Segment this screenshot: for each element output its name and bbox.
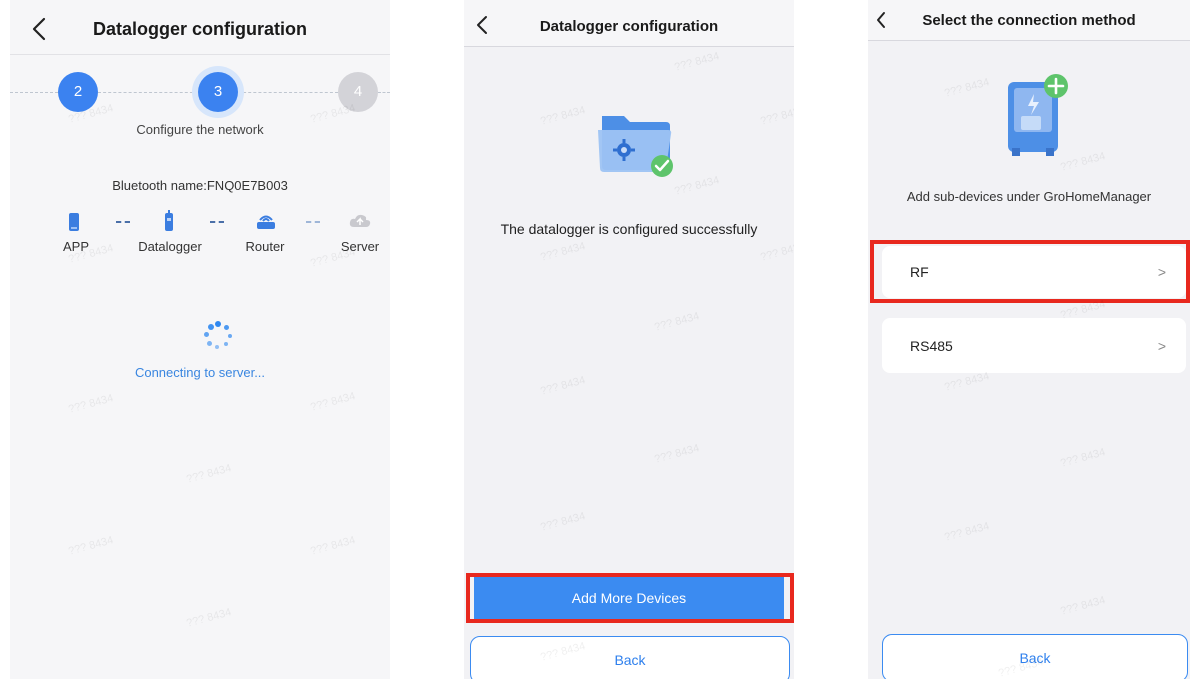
- add-sub-device-icon: [1008, 74, 1068, 156]
- sub-device-subtitle: Add sub-devices under GroHomeManager: [906, 189, 1152, 204]
- highlight-box: [870, 240, 1190, 303]
- page-title: Datalogger configuration: [92, 19, 307, 39]
- step-connector: [10, 92, 58, 93]
- watermark: ??? 8434: [673, 174, 721, 198]
- step-caption: Configure the network: [136, 122, 264, 137]
- datalogger-icon: [165, 210, 173, 231]
- cloud-server-icon: [349, 214, 371, 227]
- device-label-router: Router: [245, 239, 285, 254]
- watermark: ??? 8434: [185, 606, 233, 630]
- watermark: ??? 8434: [653, 310, 701, 334]
- watermark: ??? 8434: [185, 462, 233, 486]
- watermark: ??? 8434: [309, 246, 357, 270]
- step-connector: [238, 92, 338, 93]
- connection-dash: [306, 221, 320, 223]
- connection-dash: [210, 221, 224, 223]
- chevron-right-icon: >: [1157, 337, 1166, 354]
- watermark: ??? 8434: [943, 76, 991, 100]
- router-icon: [257, 215, 275, 229]
- page-title: Datalogger configuration: [539, 18, 719, 35]
- watermark: ??? 8434: [309, 390, 357, 414]
- back-button-bottom[interactable]: Back: [882, 634, 1188, 679]
- watermark: ??? 8434: [539, 374, 587, 398]
- device-label-datalogger: Datalogger: [138, 239, 202, 254]
- header: Datalogger configuration: [10, 0, 390, 55]
- bluetooth-name: Bluetooth name:FNQ0E7B003: [112, 178, 288, 193]
- loading-spinner-icon: [204, 320, 236, 352]
- header: Select the connection method: [868, 0, 1190, 41]
- step-indicator-2: 2: [58, 72, 98, 112]
- watermark: ??? 8434: [673, 50, 721, 74]
- watermark: ??? 8434: [943, 520, 991, 544]
- watermark: ??? 8434: [67, 392, 115, 416]
- network-config-screen: Datalogger configuration 2 3 4 Configure…: [10, 0, 390, 679]
- watermark: ??? 8434: [1059, 446, 1107, 470]
- watermark: ??? 8434: [759, 240, 794, 264]
- connection-method-screen: Select the connection method Add sub-dev…: [868, 0, 1190, 679]
- highlight-box: [466, 573, 794, 623]
- step-connector: [378, 92, 390, 93]
- watermark: ??? 8434: [539, 240, 587, 264]
- header: Datalogger configuration: [464, 0, 794, 47]
- step-connector: [98, 92, 198, 93]
- option-rs485[interactable]: RS485 >: [882, 318, 1186, 373]
- connection-dash: [116, 221, 130, 223]
- connection-status: Connecting to server...: [134, 365, 266, 380]
- watermark: ??? 8434: [759, 104, 794, 128]
- watermark: ??? 8434: [943, 370, 991, 394]
- watermark: ??? 8434: [309, 534, 357, 558]
- phone-icon: [69, 213, 79, 231]
- watermark: ??? 8434: [67, 534, 115, 558]
- config-success-screen: Datalogger configuration The datalogger …: [464, 0, 794, 679]
- option-label: RS485: [910, 337, 953, 354]
- watermark: ??? 8434: [653, 442, 701, 466]
- watermark: ??? 8434: [539, 510, 587, 534]
- step-indicator-3: 3: [198, 72, 238, 112]
- page-title: Select the connection method: [922, 12, 1136, 29]
- folder-settings-success-icon: [598, 116, 673, 177]
- watermark: ??? 8434: [539, 104, 587, 128]
- watermark: ??? 8434: [1059, 594, 1107, 618]
- success-message: The datalogger is configured successfull…: [500, 221, 758, 237]
- back-button-bottom[interactable]: Back: [470, 636, 790, 679]
